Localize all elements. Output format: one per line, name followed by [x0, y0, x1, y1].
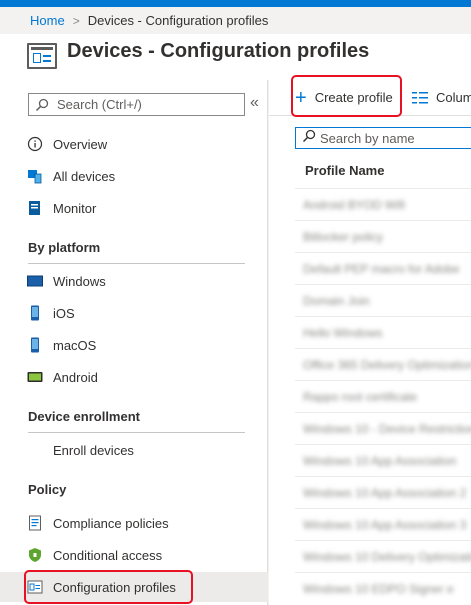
sidebar-item-label: macOS — [53, 337, 97, 353]
profile-name-cell: Windows 10 Delivery Optimization — [303, 549, 471, 564]
table-row[interactable]: Rappo root certificate — [295, 380, 471, 412]
sidebar-item-monitor[interactable]: Monitor — [0, 193, 268, 223]
column-header-profile-name[interactable]: Profile Name — [305, 163, 384, 178]
compliance-icon — [27, 515, 43, 531]
profile-name-cell: Android BYOD Wifi — [303, 197, 406, 212]
columns-icon — [412, 91, 428, 104]
sidebar-item-label: Windows — [53, 273, 106, 289]
profile-name-cell: Windows 10 - Device Restrictions — [303, 421, 471, 436]
sidebar-item-all-devices[interactable]: All devices — [0, 161, 268, 191]
section-header-policy: Policy — [28, 482, 67, 497]
profile-name-cell: Rappo root certificate — [303, 389, 418, 404]
profile-name-cell: Bitlocker policy — [303, 229, 384, 244]
table-row[interactable]: Bitlocker policy — [295, 220, 471, 252]
sidebar-item-label: Configuration profiles — [53, 579, 176, 595]
sidebar-item-android[interactable]: Android — [0, 362, 268, 392]
sidebar-item-conditional-access[interactable]: Conditional access — [0, 540, 268, 570]
sidebar-item-label: Enroll devices — [53, 442, 134, 458]
table-row[interactable]: Windows 10 - Device Restrictions — [295, 412, 471, 444]
profile-search-input[interactable] — [320, 130, 470, 146]
search-icon — [35, 98, 49, 112]
breadcrumb-current: Devices - Configuration profiles — [87, 13, 269, 28]
ios-device-icon — [27, 305, 43, 321]
sidebar-item-macos[interactable]: macOS — [0, 330, 268, 360]
table-row[interactable]: Windows 10 App Association 3 — [295, 508, 471, 540]
sidebar-item-configuration-profiles[interactable]: Configuration profiles — [0, 572, 268, 602]
sidebar-item-label: Monitor — [53, 200, 97, 216]
profile-name-cell: Windows 10 App Association 3 — [303, 517, 467, 532]
section-header-by-platform: By platform — [28, 240, 245, 264]
table-row[interactable]: Domain Join — [295, 284, 471, 316]
monitor-icon — [27, 200, 43, 216]
sidebar-item-label: Android — [53, 369, 98, 385]
breadcrumb-separator: > — [72, 13, 80, 28]
table-row[interactable]: Office 365 Delivery Optimization — [295, 348, 471, 380]
windows-device-icon — [27, 273, 43, 289]
shield-icon — [27, 547, 43, 563]
sidebar-item-label: Conditional access — [53, 547, 163, 563]
table-row[interactable]: Windows 10 Delivery Optimization — [295, 540, 471, 572]
sidebar-item-label: Overview — [53, 136, 108, 152]
create-profile-button[interactable]: + Create profile — [295, 86, 393, 109]
sidebar-item-overview[interactable]: Overview — [0, 129, 268, 159]
sidebar-search-input[interactable] — [57, 97, 237, 112]
sidebar-item-windows[interactable]: Windows — [0, 266, 268, 296]
sidebar-item-compliance-policies[interactable]: Compliance policies — [0, 508, 268, 538]
create-profile-label: Create profile — [314, 90, 393, 105]
top-accent-bar — [0, 0, 471, 7]
toolbar: + Create profile Colum — [269, 80, 471, 116]
sidebar-item-label: Compliance policies — [53, 515, 169, 531]
sidebar-item-label: iOS — [53, 305, 75, 321]
profile-name-cell: Windows 10 App Association 2 — [303, 485, 467, 500]
table-row[interactable]: Default PEP macro for Adobe — [295, 252, 471, 284]
configuration-profiles-icon — [27, 579, 43, 595]
info-icon — [27, 136, 43, 152]
profile-name-cell: Hello Windows — [303, 325, 383, 340]
profile-name-cell: Windows 10 EDPO Signer e — [303, 581, 454, 596]
columns-button[interactable]: Colum — [412, 90, 471, 105]
search-icon — [302, 129, 316, 148]
content-pane: + Create profile Colum Profile Name Andr… — [269, 80, 471, 605]
sidebar-item-enroll-devices[interactable]: Enroll devices — [0, 435, 268, 465]
section-header-device-enrollment: Device enrollment — [28, 409, 245, 433]
android-device-icon — [27, 369, 43, 385]
sidebar: « Overview All devices Monitor By platfo… — [0, 80, 268, 605]
profile-list: Android BYOD Wifi Bitlocker policy Defau… — [295, 188, 471, 604]
profile-name-cell: Domain Join — [303, 293, 370, 308]
devices-icon — [27, 168, 43, 184]
collapse-sidebar-icon[interactable]: « — [250, 94, 259, 112]
table-row[interactable]: Hello Windows — [295, 316, 471, 348]
table-row[interactable]: Windows 10 EDPO Signer e — [295, 572, 471, 604]
table-row[interactable]: Windows 10 App Association 2 — [295, 476, 471, 508]
configuration-profiles-icon — [27, 43, 57, 69]
table-row[interactable]: Windows 10 App Association — [295, 444, 471, 476]
profile-name-cell: Office 365 Delivery Optimization — [303, 357, 471, 372]
table-row[interactable]: Android BYOD Wifi — [295, 188, 471, 220]
page-title: Devices - Configuration profiles — [67, 40, 370, 62]
breadcrumb: Home > Devices - Configuration profiles — [30, 13, 268, 28]
profile-search-box[interactable] — [295, 127, 471, 149]
sidebar-search-box[interactable] — [28, 93, 245, 116]
sidebar-item-label: All devices — [53, 168, 116, 184]
sidebar-item-ios[interactable]: iOS — [0, 298, 268, 328]
profile-name-cell: Windows 10 App Association — [303, 453, 457, 468]
breadcrumb-home-link[interactable]: Home — [30, 13, 65, 28]
macos-device-icon — [27, 337, 43, 353]
columns-label: Colum — [436, 90, 471, 105]
profile-name-cell: Default PEP macro for Adobe — [303, 261, 460, 276]
plus-icon: + — [295, 86, 307, 109]
